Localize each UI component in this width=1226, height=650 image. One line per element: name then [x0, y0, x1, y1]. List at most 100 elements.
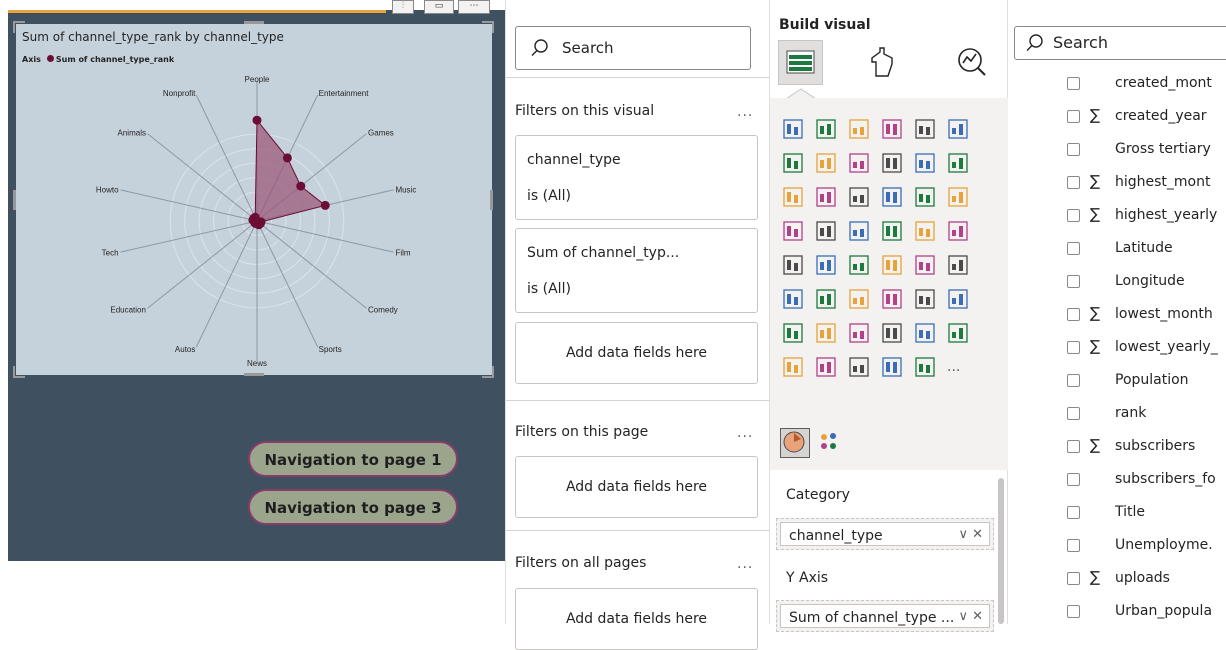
resize-handle[interactable]	[244, 373, 264, 376]
resize-handle[interactable]	[244, 21, 264, 24]
field-checkbox[interactable]	[1067, 242, 1080, 255]
focus-mode-icon[interactable]: ▭	[424, 0, 454, 14]
custom-4-icon[interactable]	[782, 356, 804, 378]
ribbon-icon[interactable]	[947, 152, 969, 174]
custom-7-icon[interactable]	[881, 356, 903, 378]
field-checkbox[interactable]	[1067, 77, 1080, 90]
more-options-icon[interactable]: ...	[737, 104, 753, 120]
field-checkbox[interactable]	[1067, 473, 1080, 486]
more-options-icon[interactable]: ⋯	[458, 0, 490, 14]
line-area-icon[interactable]	[881, 152, 903, 174]
matrix-icon[interactable]	[914, 254, 936, 276]
more-options-icon[interactable]: ...	[737, 425, 753, 441]
analytics-icon[interactable]	[956, 46, 988, 78]
kpi-icon[interactable]	[815, 254, 837, 276]
field-row[interactable]: Unemployme.	[1008, 532, 1226, 558]
add-visual-filter-dropzone[interactable]: Add data fields here	[515, 322, 758, 384]
100-bar-icon[interactable]	[914, 118, 936, 140]
stacked-area-icon[interactable]	[848, 152, 870, 174]
more-icon[interactable]: ...	[947, 356, 969, 378]
format-visual-icon[interactable]	[868, 46, 898, 80]
treemap-icon[interactable]	[782, 220, 804, 242]
clustered-column-icon[interactable]	[881, 118, 903, 140]
yaxis-field-pill[interactable]: Sum of channel_type ... ∨ ✕	[780, 604, 990, 628]
python-visual-icon[interactable]	[782, 288, 804, 310]
field-row[interactable]: rank	[1008, 400, 1226, 426]
field-row[interactable]: ∑ created_year	[1008, 103, 1226, 129]
custom-6-icon[interactable]	[848, 356, 870, 378]
yaxis-well[interactable]: Sum of channel_type ... ∨ ✕	[776, 600, 994, 632]
field-row[interactable]: Urban_popula	[1008, 598, 1226, 624]
field-pill-controls[interactable]: ∨ ✕	[958, 527, 983, 542]
funnel-icon[interactable]	[815, 186, 837, 208]
scatter-icon[interactable]	[881, 186, 903, 208]
field-row[interactable]: ∑ uploads	[1008, 565, 1226, 591]
field-checkbox[interactable]	[1067, 308, 1080, 321]
field-checkbox[interactable]	[1067, 275, 1080, 288]
filter-card-channel-type[interactable]: channel_type is (All)	[515, 135, 758, 220]
custom-8-icon[interactable]	[914, 356, 936, 378]
field-row[interactable]: subscribers_fo	[1008, 466, 1226, 492]
custom-5-icon[interactable]	[815, 356, 837, 378]
filter-search-input[interactable]: Search	[515, 26, 751, 70]
add-page-filter-dropzone[interactable]: Add data fields here	[515, 456, 758, 518]
r-visual-icon[interactable]	[947, 254, 969, 276]
qna-icon[interactable]	[881, 288, 903, 310]
field-checkbox[interactable]	[1067, 506, 1080, 519]
scatter-funnel-icon[interactable]	[848, 186, 870, 208]
line-icon[interactable]	[782, 152, 804, 174]
custom-visual-icon[interactable]	[818, 431, 840, 453]
100-column-icon[interactable]	[947, 118, 969, 140]
scrollbar[interactable]	[998, 478, 1004, 624]
power-apps-icon[interactable]	[815, 322, 837, 344]
azure-map-icon[interactable]	[881, 220, 903, 242]
field-row[interactable]: ∑ lowest_yearly_	[1008, 334, 1226, 360]
stacked-column-icon[interactable]	[815, 118, 837, 140]
radar-chart-visual-icon[interactable]	[780, 428, 810, 458]
data-search-input[interactable]: Search	[1014, 26, 1226, 60]
field-row[interactable]: ∑ lowest_month	[1008, 301, 1226, 327]
nav-page1-button[interactable]: Navigation to page 1	[248, 441, 458, 477]
gauge-icon[interactable]	[914, 220, 936, 242]
field-row[interactable]: Longitude	[1008, 268, 1226, 294]
nav-page3-button[interactable]: Navigation to page 3	[248, 489, 458, 525]
filter-icon[interactable]: ⫶	[392, 0, 414, 14]
field-checkbox[interactable]	[1067, 110, 1080, 123]
custom-1-icon[interactable]	[881, 322, 903, 344]
slicer-icon[interactable]	[848, 254, 870, 276]
field-pill-controls[interactable]: ∨ ✕	[958, 609, 983, 624]
decomposition-icon[interactable]	[848, 288, 870, 310]
paginated-icon[interactable]	[782, 322, 804, 344]
more-options-icon[interactable]: ...	[737, 556, 753, 572]
field-checkbox[interactable]	[1067, 374, 1080, 387]
field-checkbox[interactable]	[1067, 440, 1080, 453]
field-row[interactable]: created_mont	[1008, 70, 1226, 96]
filter-card-sum-rank[interactable]: Sum of channel_typ... is (All)	[515, 228, 758, 313]
build-tab[interactable]	[778, 40, 823, 85]
stacked-bar-icon[interactable]	[782, 118, 804, 140]
category-well[interactable]: channel_type ∨ ✕	[776, 518, 994, 550]
area-icon[interactable]	[815, 152, 837, 174]
key-influencers-icon[interactable]	[815, 288, 837, 310]
clustered-bar-icon[interactable]	[848, 118, 870, 140]
card-icon[interactable]	[947, 220, 969, 242]
add-all-pages-filter-dropzone[interactable]: Add data fields here	[515, 588, 758, 650]
goals-icon[interactable]	[947, 288, 969, 310]
field-checkbox[interactable]	[1067, 176, 1080, 189]
field-checkbox[interactable]	[1067, 407, 1080, 420]
field-row[interactable]: Gross tertiary	[1008, 136, 1226, 162]
field-row[interactable]: Population	[1008, 367, 1226, 393]
custom-3-icon[interactable]	[947, 322, 969, 344]
category-field-pill[interactable]: channel_type ∨ ✕	[780, 522, 990, 546]
power-automate-icon[interactable]	[848, 322, 870, 344]
waterfall-icon[interactable]	[782, 186, 804, 208]
donut-icon[interactable]	[947, 186, 969, 208]
table-icon[interactable]	[881, 254, 903, 276]
field-row[interactable]: Latitude	[1008, 235, 1226, 261]
field-checkbox[interactable]	[1067, 143, 1080, 156]
map-icon[interactable]	[815, 220, 837, 242]
field-checkbox[interactable]	[1067, 605, 1080, 618]
field-checkbox[interactable]	[1067, 572, 1080, 585]
resize-handle[interactable]	[482, 21, 494, 33]
field-checkbox[interactable]	[1067, 209, 1080, 222]
